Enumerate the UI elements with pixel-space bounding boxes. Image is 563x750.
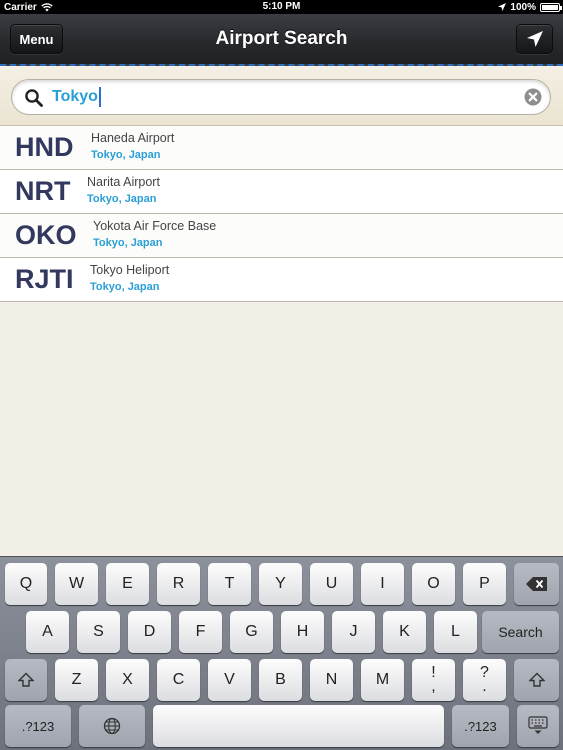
- space-bar[interactable]: [153, 705, 444, 747]
- key-f[interactable]: F: [179, 611, 222, 653]
- battery-icon: [540, 2, 562, 12]
- airport-location: Tokyo, Japan: [87, 193, 157, 205]
- key-y[interactable]: Y: [259, 563, 302, 605]
- key-s[interactable]: S: [77, 611, 120, 653]
- nav-bar: Airport Search Menu: [0, 14, 563, 66]
- numbers-key[interactable]: .?123: [5, 705, 71, 747]
- airport-code: HND: [15, 132, 74, 162]
- globe-icon: [103, 717, 121, 735]
- airport-name: Haneda Airport: [91, 131, 175, 145]
- dismiss-keyboard-key[interactable]: [517, 705, 559, 747]
- key-v[interactable]: V: [208, 659, 251, 701]
- key-o[interactable]: O: [412, 563, 455, 605]
- airport-info: Yokota Air Force Base Tokyo, Japan: [93, 218, 216, 251]
- shift-icon: [18, 672, 34, 687]
- airport-info: Haneda Airport Tokyo, Japan: [91, 130, 174, 163]
- key-r[interactable]: R: [157, 563, 200, 605]
- list-item[interactable]: HND Haneda Airport Tokyo, Japan: [0, 126, 563, 170]
- airport-location: Tokyo, Japan: [90, 281, 160, 293]
- status-time: 5:10 PM: [262, 1, 301, 12]
- key-c[interactable]: C: [157, 659, 200, 701]
- key-x[interactable]: X: [106, 659, 149, 701]
- backspace-icon: [525, 577, 547, 591]
- key-comma-label: ,: [431, 678, 436, 695]
- search-input[interactable]: Tokyo: [11, 79, 551, 115]
- keyboard: Q W E R T Y U I O P A S D F G H J K L Se…: [0, 556, 563, 750]
- key-exclaim-comma[interactable]: ! ,: [412, 659, 455, 701]
- airport-code: OKO: [15, 220, 77, 250]
- key-e[interactable]: E: [106, 563, 149, 605]
- key-t[interactable]: T: [208, 563, 251, 605]
- locate-button[interactable]: [516, 24, 553, 54]
- key-question-period[interactable]: ? .: [463, 659, 506, 701]
- key-d[interactable]: D: [128, 611, 171, 653]
- airport-info: Narita Airport Tokyo, Japan: [87, 174, 160, 207]
- airport-code: NRT: [15, 176, 71, 206]
- key-a[interactable]: A: [26, 611, 69, 653]
- airport-code: RJTI: [15, 264, 74, 294]
- numbers-key-right[interactable]: .?123: [452, 705, 509, 747]
- key-p[interactable]: P: [463, 563, 506, 605]
- airport-info: Tokyo Heliport Tokyo, Japan: [90, 262, 169, 295]
- battery-percent: 100%: [510, 1, 536, 13]
- search-icon: [25, 89, 43, 107]
- shift-key[interactable]: [5, 659, 47, 701]
- shift-key-right[interactable]: [514, 659, 559, 701]
- airport-name: Yokota Air Force Base: [93, 219, 217, 233]
- page-title: Airport Search: [215, 28, 348, 49]
- search-key[interactable]: Search: [482, 611, 559, 653]
- globe-key[interactable]: [79, 705, 145, 747]
- search-query: Tokyo: [52, 80, 101, 114]
- key-n[interactable]: N: [310, 659, 353, 701]
- key-period-label: .: [482, 678, 487, 695]
- search-query-text: Tokyo: [52, 88, 98, 105]
- list-item[interactable]: RJTI Tokyo Heliport Tokyo, Japan: [0, 258, 563, 302]
- list-item[interactable]: OKO Yokota Air Force Base Tokyo, Japan: [0, 214, 563, 258]
- keyboard-dismiss-icon: [528, 716, 548, 734]
- location-services-icon: [498, 2, 507, 11]
- key-z[interactable]: Z: [55, 659, 98, 701]
- key-m[interactable]: M: [361, 659, 404, 701]
- key-b[interactable]: B: [259, 659, 302, 701]
- search-bar: Tokyo: [0, 68, 563, 126]
- key-u[interactable]: U: [310, 563, 353, 605]
- key-k[interactable]: K: [383, 611, 426, 653]
- shift-icon: [528, 672, 545, 687]
- key-l[interactable]: L: [434, 611, 477, 653]
- airport-name: Tokyo Heliport: [90, 263, 170, 277]
- key-q[interactable]: Q: [5, 563, 47, 605]
- list-item[interactable]: NRT Narita Airport Tokyo, Japan: [0, 170, 563, 214]
- key-h[interactable]: H: [281, 611, 324, 653]
- delete-key[interactable]: [514, 563, 559, 605]
- location-arrow-icon: [526, 31, 543, 47]
- clear-icon[interactable]: [524, 88, 542, 106]
- results-list: HND Haneda Airport Tokyo, Japan NRT Nari…: [0, 126, 563, 302]
- status-bar: Carrier 5:10 PM 100%: [0, 0, 563, 14]
- key-w[interactable]: W: [55, 563, 98, 605]
- airport-name: Narita Airport: [87, 175, 160, 189]
- menu-button[interactable]: Menu: [10, 24, 63, 54]
- key-i[interactable]: I: [361, 563, 404, 605]
- airport-location: Tokyo, Japan: [93, 237, 163, 249]
- key-j[interactable]: J: [332, 611, 375, 653]
- text-caret: [98, 86, 101, 107]
- airport-location: Tokyo, Japan: [91, 149, 161, 161]
- key-g[interactable]: G: [230, 611, 273, 653]
